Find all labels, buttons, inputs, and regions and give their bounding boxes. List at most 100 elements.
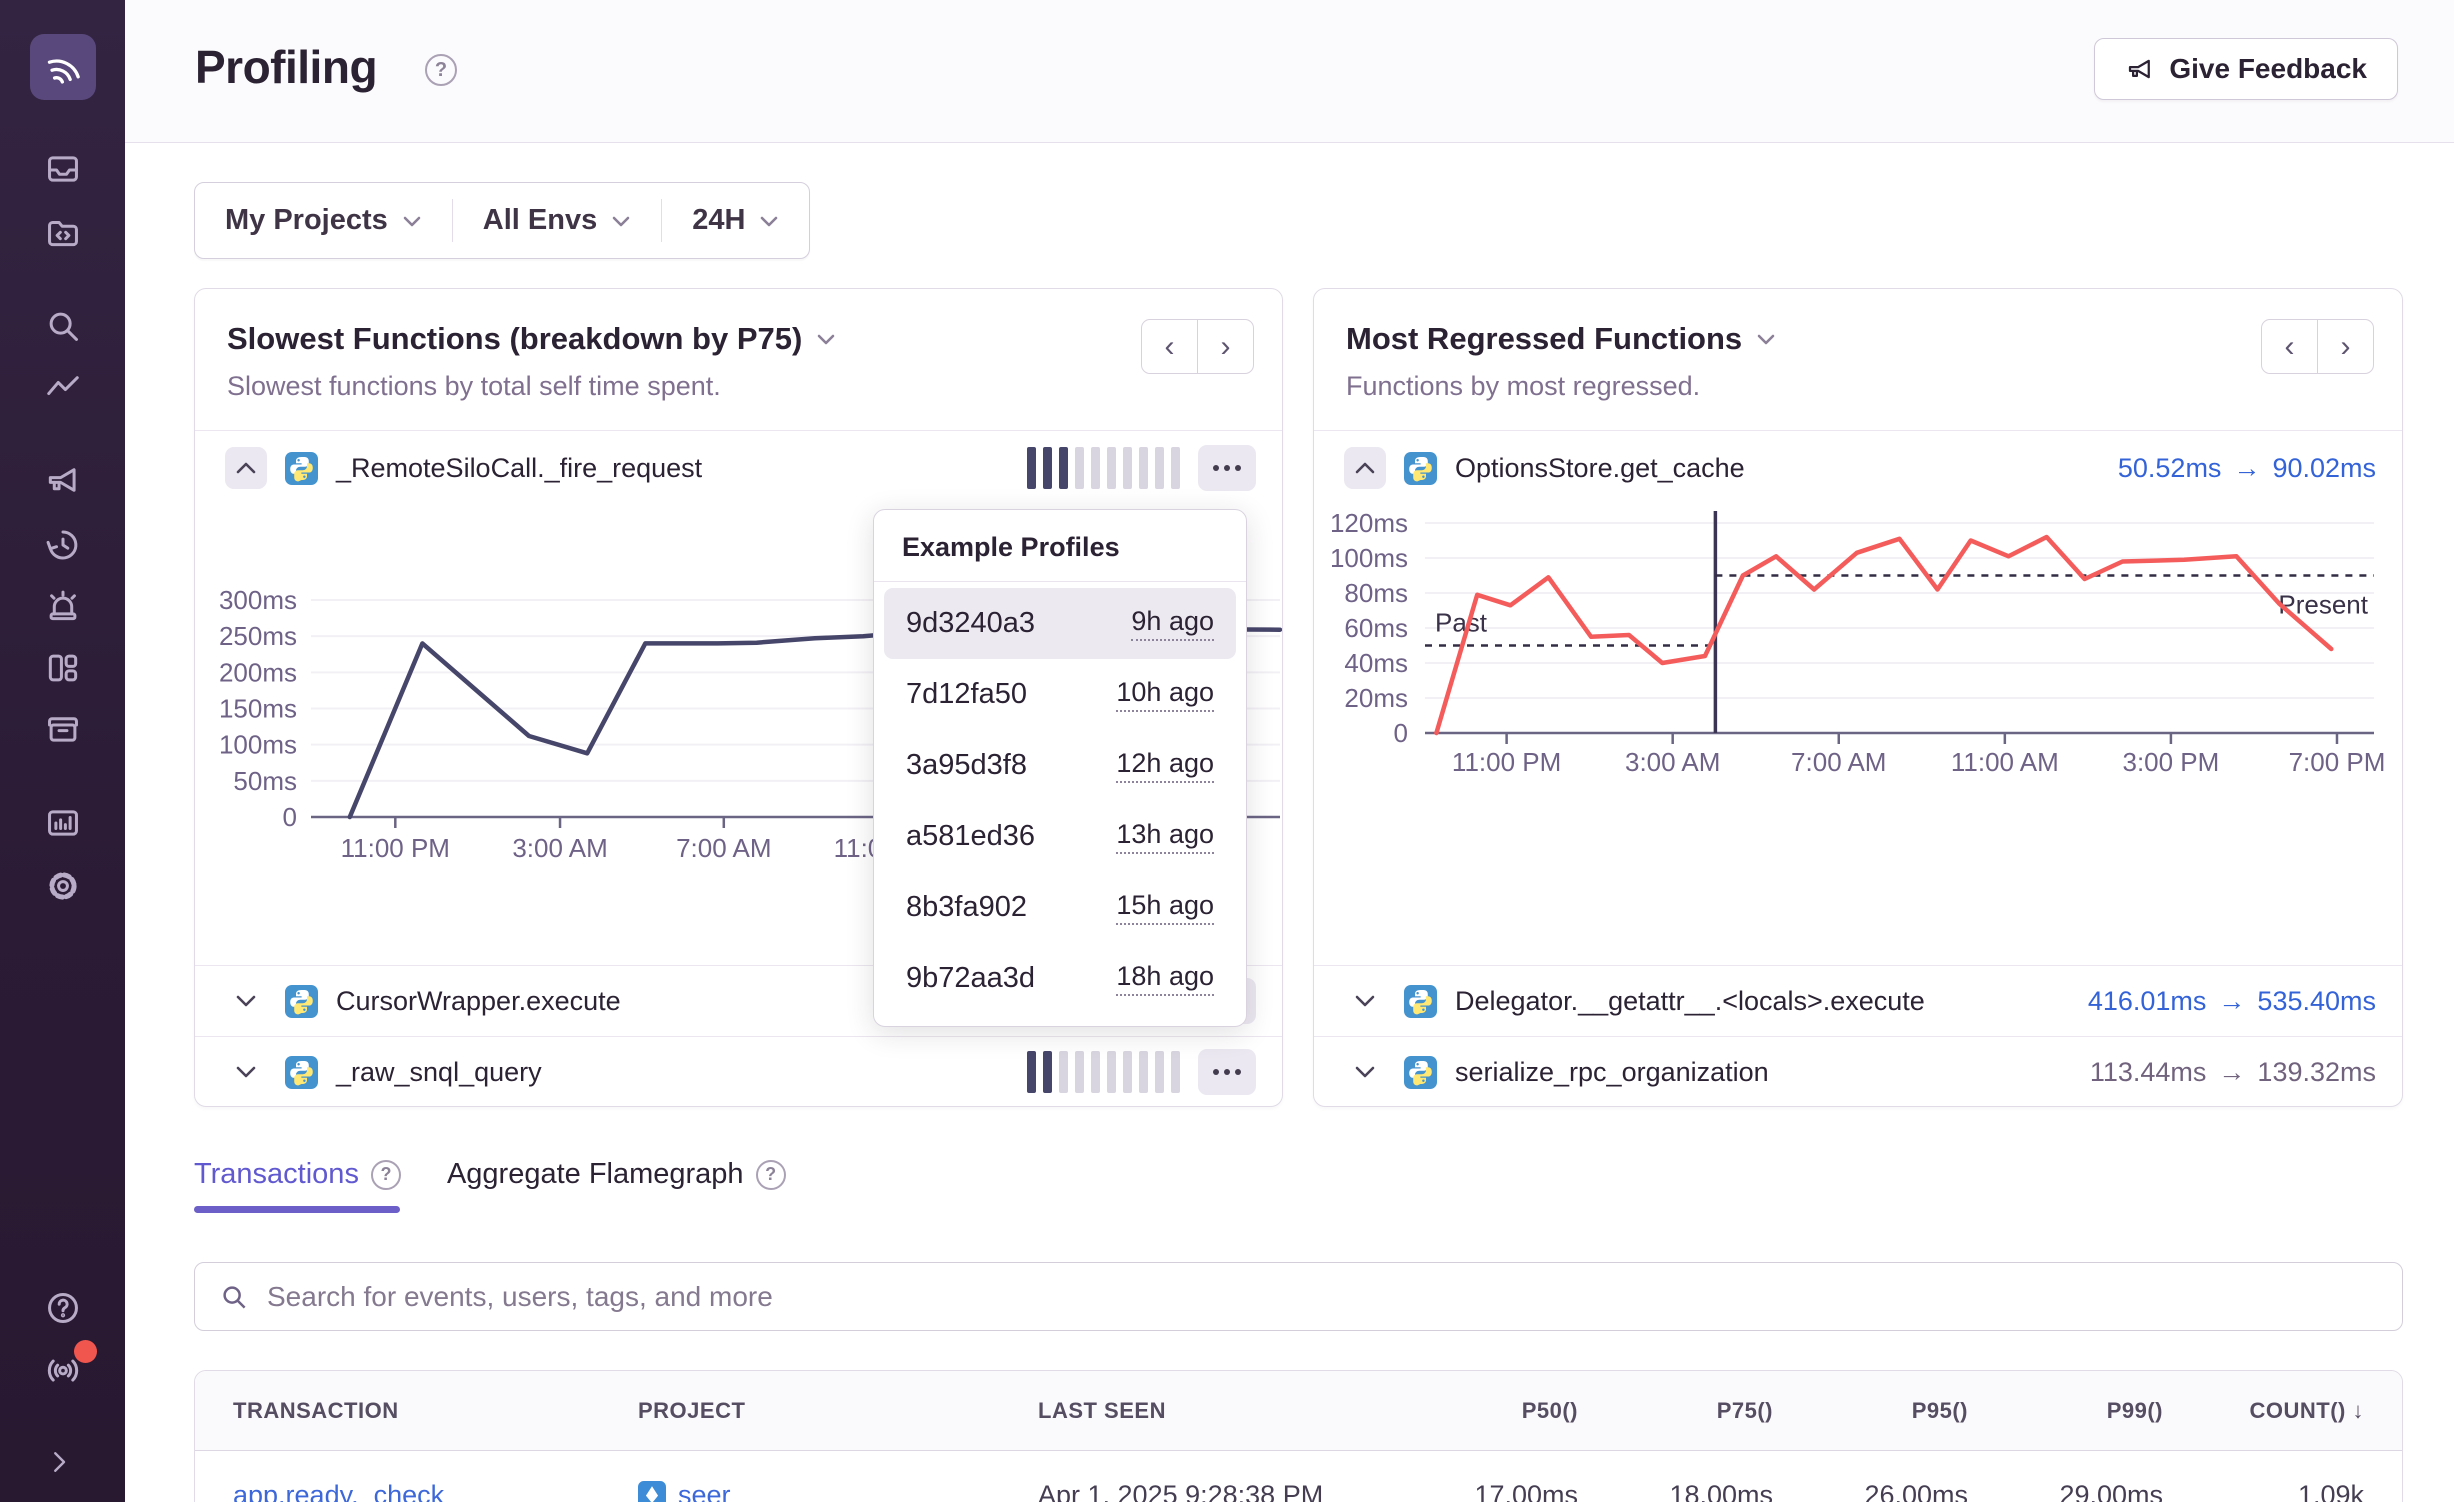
chevron-down-icon — [611, 214, 631, 228]
col-p50[interactable]: P50() — [1428, 1398, 1578, 1424]
prev-page-button[interactable]: ‹ — [2261, 319, 2318, 374]
col-p99[interactable]: P99() — [1968, 1398, 2163, 1424]
profile-id[interactable]: 7d12fa50 — [906, 678, 1027, 711]
tab-transactions[interactable]: Transactions ? — [194, 1158, 401, 1191]
col-count-sorted[interactable]: COUNT() ↓ — [2163, 1398, 2364, 1424]
search-input[interactable] — [267, 1281, 2378, 1313]
profile-id[interactable]: a581ed36 — [906, 820, 1035, 853]
profile-item[interactable]: 3a95d3f8 12h ago — [884, 730, 1236, 801]
duration-before[interactable]: 113.44ms — [2090, 1057, 2207, 1088]
profile-item[interactable]: 9b72aa3d 18h ago — [884, 943, 1236, 1014]
expand-row-button[interactable] — [1344, 980, 1386, 1022]
dashboards-icon[interactable] — [44, 649, 82, 687]
function-name[interactable]: _raw_snql_query — [336, 1057, 542, 1088]
replays-icon[interactable] — [44, 526, 82, 564]
sentry-logo[interactable] — [30, 34, 96, 100]
settings-gear-icon[interactable] — [44, 867, 82, 905]
expand-row-button[interactable] — [225, 1051, 267, 1093]
function-name[interactable]: OptionsStore.get_cache — [1455, 453, 1745, 484]
collapse-right-icon[interactable] — [44, 1447, 74, 1477]
col-p95[interactable]: P95() — [1773, 1398, 1968, 1424]
profile-item[interactable]: a581ed36 13h ago — [884, 801, 1236, 872]
row-actions-ellipsis-button[interactable] — [1198, 1049, 1256, 1095]
releases-icon[interactable] — [44, 710, 82, 748]
profile-id[interactable]: 9d3240a3 — [906, 607, 1035, 640]
collapse-row-button[interactable] — [225, 447, 267, 489]
notification-badge — [74, 1340, 97, 1363]
duration-before[interactable]: 50.52ms — [2118, 453, 2222, 484]
profile-item[interactable]: 8b3fa902 15h ago — [884, 872, 1236, 943]
environment-filter[interactable]: All Envs — [453, 183, 661, 258]
profile-age-link[interactable]: 13h ago — [1116, 819, 1214, 854]
arrow-right-icon: → — [2233, 453, 2260, 484]
project-link[interactable]: seer — [678, 1480, 731, 1502]
svg-text:120ms: 120ms — [1330, 508, 1408, 538]
time-range-filter[interactable]: 24H — [662, 183, 809, 258]
expand-row-button[interactable] — [225, 980, 267, 1022]
col-project[interactable]: PROJECT — [638, 1398, 1038, 1424]
profile-id[interactable]: 8b3fa902 — [906, 891, 1027, 924]
profile-age-link[interactable]: 18h ago — [1116, 961, 1214, 996]
svg-text:11:00 PM: 11:00 PM — [1452, 747, 1561, 777]
megaphone-icon — [2125, 54, 2155, 84]
transactions-table: TRANSACTION PROJECT LAST SEEN P50() P75(… — [194, 1370, 2403, 1502]
function-name[interactable]: Delegator.__getattr__.<locals>.execute — [1455, 986, 1925, 1017]
function-name[interactable]: serialize_rpc_organization — [1455, 1057, 1769, 1088]
alerts-siren-icon[interactable] — [44, 587, 82, 625]
col-last-seen[interactable]: LAST SEEN — [1038, 1398, 1428, 1424]
page-title: Profiling — [195, 40, 377, 94]
duration-after[interactable]: 535.40ms — [2257, 986, 2376, 1017]
project-filter[interactable]: My Projects — [195, 183, 452, 258]
function-name[interactable]: _RemoteSiloCall._fire_request — [336, 453, 702, 484]
profile-age-link[interactable]: 10h ago — [1116, 677, 1214, 712]
col-p75[interactable]: P75() — [1578, 1398, 1773, 1424]
profile-age-link[interactable]: 15h ago — [1116, 890, 1214, 925]
svg-text:3:00 PM: 3:00 PM — [2123, 747, 2220, 777]
function-name[interactable]: CursorWrapper.execute — [336, 986, 621, 1017]
profile-id[interactable]: 9b72aa3d — [906, 962, 1035, 995]
profile-age-link[interactable]: 9h ago — [1131, 606, 1214, 641]
example-profiles-dropdown: Example Profiles 9d3240a3 9h ago7d12fa50… — [873, 509, 1247, 1027]
next-page-button[interactable]: › — [2317, 319, 2374, 374]
regressed-function-chart: 120ms100ms80ms60ms40ms20ms011:00 PM3:00 … — [1314, 505, 2402, 965]
most-regressed-functions-card: Most Regressed Functions Functions by mo… — [1313, 288, 2403, 1107]
chevron-down-icon — [1756, 332, 1776, 346]
chevron-up-icon — [1354, 461, 1376, 475]
feedback-megaphone-icon[interactable] — [44, 461, 82, 499]
row-actions-ellipsis-button[interactable] — [1198, 445, 1256, 491]
col-transaction[interactable]: TRANSACTION — [233, 1398, 638, 1424]
table-row[interactable]: app.ready._check seer Apr 1, 2025 9:28:3… — [195, 1451, 2402, 1502]
tab-aggregate-flamegraph[interactable]: Aggregate Flamegraph ? — [447, 1158, 786, 1191]
profile-id[interactable]: 3a95d3f8 — [906, 749, 1027, 782]
svg-text:0: 0 — [1394, 718, 1408, 748]
duration-after[interactable]: 139.32ms — [2257, 1057, 2376, 1088]
traces-icon[interactable] — [44, 369, 82, 407]
next-page-button[interactable]: › — [1197, 319, 1254, 374]
projects-icon[interactable] — [44, 213, 82, 251]
project-filter-value: My Projects — [225, 204, 388, 237]
duration-after[interactable]: 90.02ms — [2272, 453, 2376, 484]
slowest-functions-title-select[interactable]: Slowest Functions (breakdown by P75) — [227, 321, 1254, 357]
profile-item[interactable]: 9d3240a3 9h ago — [884, 588, 1236, 659]
svg-text:3:00 AM: 3:00 AM — [512, 833, 607, 863]
page-title-help-icon[interactable]: ? — [425, 54, 457, 86]
transaction-link[interactable]: app.ready._check — [233, 1480, 638, 1502]
duration-before[interactable]: 416.01ms — [2088, 986, 2207, 1017]
give-feedback-button[interactable]: Give Feedback — [2094, 38, 2398, 100]
flamegraph-help-icon[interactable]: ? — [756, 1160, 786, 1190]
expand-row-button[interactable] — [1344, 1051, 1386, 1093]
stats-icon[interactable] — [44, 804, 82, 842]
transactions-help-icon[interactable]: ? — [371, 1160, 401, 1190]
profile-item[interactable]: 7d12fa50 10h ago — [884, 659, 1236, 730]
prev-page-button[interactable]: ‹ — [1141, 319, 1198, 374]
collapse-row-button[interactable] — [1344, 447, 1386, 489]
tab-label: Transactions — [194, 1158, 359, 1191]
help-icon[interactable] — [44, 1289, 82, 1327]
most-regressed-title-select[interactable]: Most Regressed Functions — [1346, 321, 2374, 357]
project-cell: seer — [638, 1480, 1038, 1502]
card-header: Most Regressed Functions Functions by mo… — [1314, 289, 2402, 431]
search-icon[interactable] — [44, 307, 82, 345]
p95-value: 26.00ms — [1773, 1480, 1968, 1502]
profile-age-link[interactable]: 12h ago — [1116, 748, 1214, 783]
issues-icon[interactable] — [44, 150, 82, 188]
